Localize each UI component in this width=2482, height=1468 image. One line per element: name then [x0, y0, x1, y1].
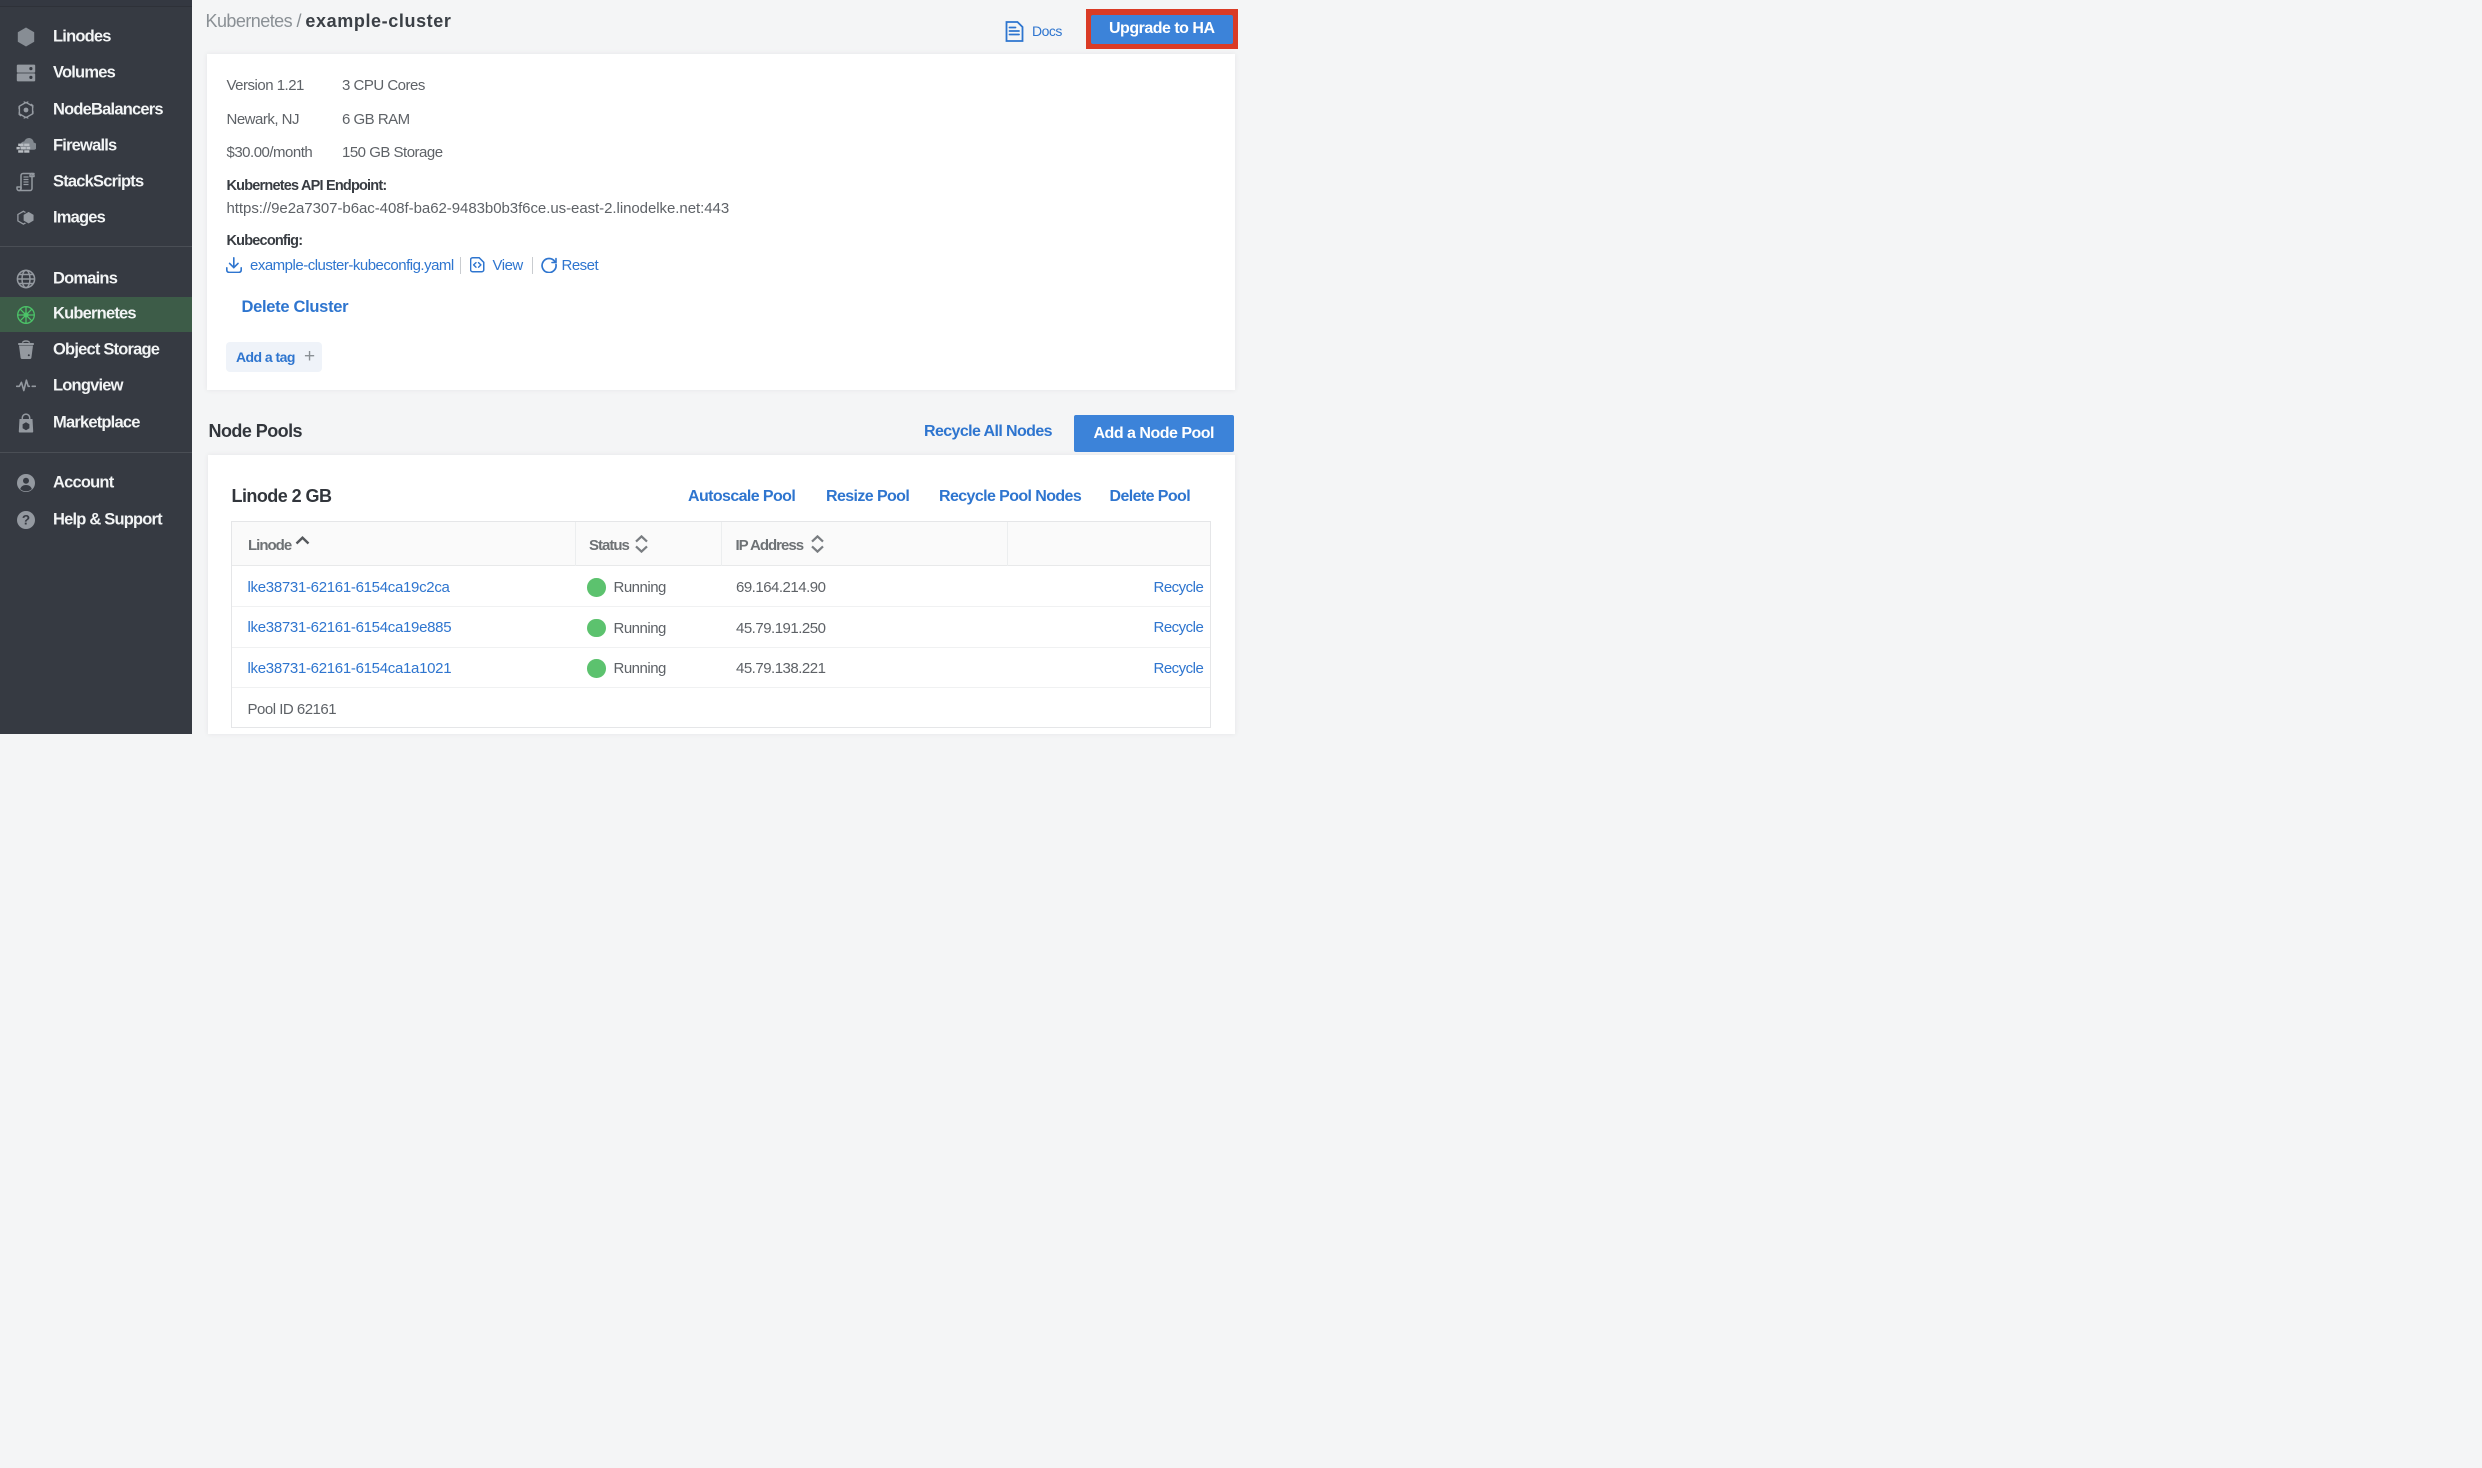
svg-text:?: ? — [22, 512, 30, 527]
